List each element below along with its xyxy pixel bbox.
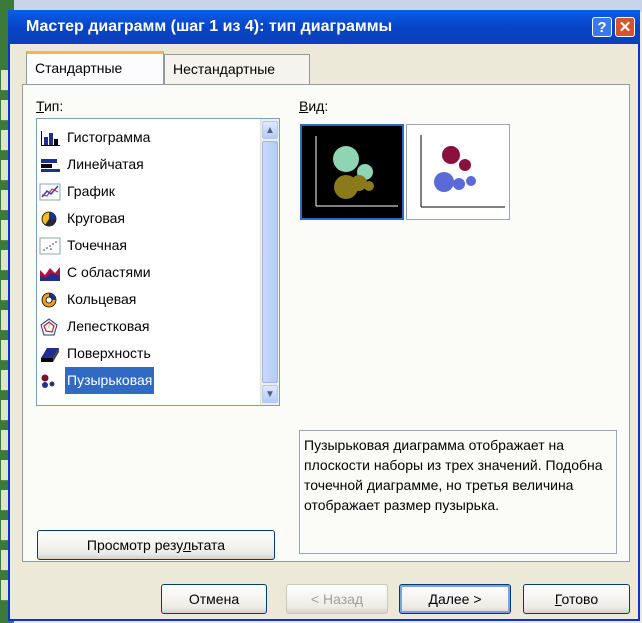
tab-standard[interactable]: Стандартные: [26, 51, 164, 84]
list-item-pie[interactable]: Круговая: [39, 205, 259, 232]
type-label: Тип:: [36, 98, 64, 114]
help-button[interactable]: ?: [592, 17, 612, 37]
chart-type-list[interactable]: Гистограмма Линейчатая График Круговая Т…: [36, 118, 280, 406]
list-item-area[interactable]: С областями: [39, 259, 259, 286]
title-bar[interactable]: Мастер диаграмм (шаг 1 из 4): тип диагра…: [8, 10, 640, 44]
list-item-radar[interactable]: Лепестковая: [39, 313, 259, 340]
chart-description: Пузырьковая диаграмма отображает на плос…: [299, 430, 617, 554]
doughnut-chart-icon: [41, 292, 57, 308]
next-button[interactable]: Далее >: [399, 584, 511, 614]
list-item-bubble[interactable]: Пузырьковая: [39, 367, 259, 394]
list-item-column[interactable]: Гистограмма: [39, 124, 259, 151]
column-chart-icon: [41, 131, 60, 147]
pie-chart-icon: [41, 211, 57, 227]
list-item-line[interactable]: График: [39, 178, 259, 205]
scroll-thumb[interactable]: [262, 141, 278, 383]
scroll-down-button[interactable]: ▼: [262, 385, 278, 403]
finish-button[interactable]: Готово: [523, 584, 630, 614]
scatter-chart-icon: [39, 237, 61, 255]
scroll-up-button[interactable]: ▲: [262, 121, 278, 139]
close-button[interactable]: ✕: [615, 17, 635, 37]
list-item-scatter[interactable]: Точечная: [39, 232, 259, 259]
bubble-3d-subtype-image: [420, 135, 505, 208]
line-chart-icon: [39, 183, 61, 201]
tab-custom[interactable]: Нестандартные: [164, 54, 310, 84]
bubble-chart-icon: [41, 374, 55, 389]
radar-chart-icon: [40, 318, 58, 336]
dialog-title: Мастер диаграмм (шаг 1 из 4): тип диагра…: [26, 18, 393, 35]
view-label: Вид:: [299, 98, 329, 114]
area-chart-icon: [40, 267, 60, 282]
bar-chart-icon: [41, 159, 60, 173]
list-item-doughnut[interactable]: Кольцевая: [39, 286, 259, 313]
bubble-subtype-image: [315, 136, 398, 207]
list-scrollbar[interactable]: ▲ ▼: [260, 119, 279, 405]
list-item-bar[interactable]: Линейчатая: [39, 151, 259, 178]
cancel-button[interactable]: Отмена: [161, 584, 267, 614]
subtype-bubble-3d[interactable]: [406, 124, 510, 220]
back-button[interactable]: < Назад: [286, 584, 388, 614]
preview-result-button[interactable]: Просмотр результата: [37, 530, 275, 560]
surface-chart-icon: [41, 348, 59, 363]
list-item-surface[interactable]: Поверхность: [39, 340, 259, 367]
subtype-bubble[interactable]: [300, 124, 404, 220]
